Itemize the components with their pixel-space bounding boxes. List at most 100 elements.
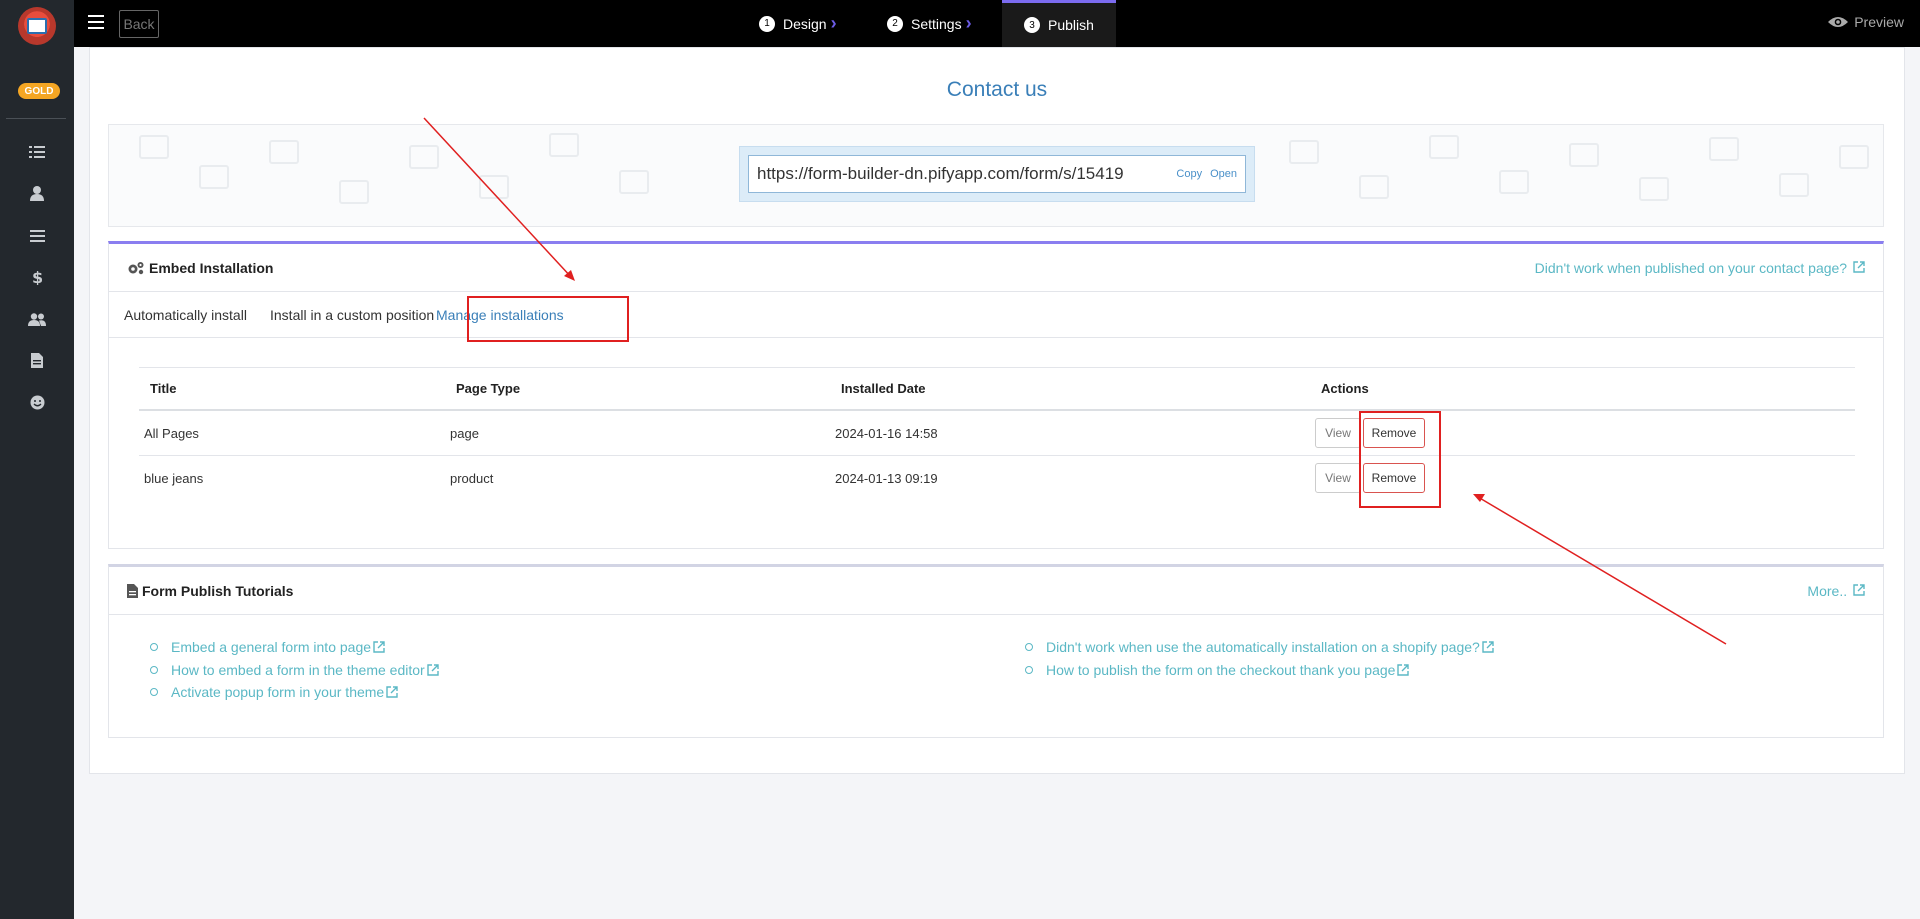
step-number: 1 <box>759 15 775 32</box>
step-publish[interactable]: 3 Publish <box>1002 0 1116 47</box>
background-pattern <box>1429 135 1459 159</box>
tutorial-link-text: How to embed a form in the theme editor <box>171 661 425 678</box>
panel-title: Embed Installation <box>127 260 273 276</box>
external-link-icon <box>1853 260 1865 273</box>
background-pattern <box>1289 140 1319 164</box>
svg-text:$: $ <box>32 269 42 285</box>
step-label: Settings <box>911 15 962 32</box>
sidebar-divider <box>6 118 66 119</box>
open-url-button[interactable]: Open <box>1210 168 1237 180</box>
row-installed-date: 2024-01-13 09:19 <box>835 471 938 486</box>
panel-header: Embed Installation Didn't work when publ… <box>109 244 1883 292</box>
panel-header: Form Publish Tutorials More.. <box>109 567 1883 615</box>
copy-url-button[interactable]: Copy <box>1176 168 1202 180</box>
column-page-type: Page Type <box>456 381 521 396</box>
background-pattern <box>199 165 229 189</box>
panel-title-text: Embed Installation <box>149 259 274 276</box>
tutorial-link[interactable]: Didn't work when use the automatically i… <box>1044 636 1494 659</box>
external-link-icon <box>1397 664 1410 676</box>
tutorial-link[interactable]: How to publish the form on the checkout … <box>1044 659 1494 682</box>
form-url-field[interactable]: https://form-builder-dn.pifyapp.com/form… <box>748 155 1246 193</box>
preview-button[interactable]: Preview <box>1828 14 1904 30</box>
form-publish-tutorials-panel: Form Publish Tutorials More.. Embed a ge… <box>108 564 1884 738</box>
tab-custom-position[interactable]: Install in a custom position <box>270 292 434 338</box>
background-pattern <box>269 140 299 164</box>
form-url-text[interactable]: https://form-builder-dn.pifyapp.com/form… <box>757 164 1176 184</box>
background-pattern <box>1639 177 1669 201</box>
dollar-icon[interactable]: $ <box>27 267 47 287</box>
step-number: 2 <box>887 15 903 32</box>
more-tutorials-link[interactable]: More.. <box>1807 583 1865 599</box>
row-installed-date: 2024-01-16 14:58 <box>835 425 938 441</box>
form-url-box: https://form-builder-dn.pifyapp.com/form… <box>739 146 1255 202</box>
tutorial-link-text: How to publish the form on the checkout … <box>1046 661 1396 678</box>
step-settings[interactable]: 2 Settings › <box>887 0 972 47</box>
background-pattern <box>1779 173 1809 197</box>
list-icon[interactable] <box>27 142 47 162</box>
tutorial-link[interactable]: Activate popup form in your theme <box>169 681 439 704</box>
tutorial-link-text: Embed a general form into page <box>171 639 372 656</box>
external-link-icon <box>1853 583 1865 596</box>
annotation-box <box>1359 411 1441 508</box>
embed-installation-panel: Embed Installation Didn't work when publ… <box>108 241 1884 549</box>
panel-title-text: Form Publish Tutorials <box>142 582 294 599</box>
publish-page: Contact us https://form-builder-dn.pifya… <box>89 47 1905 774</box>
top-navigation-bar: Back 1 Design › 2 Settings › 3 Publish P… <box>74 0 1920 47</box>
background-pattern <box>479 175 509 199</box>
document-icon[interactable] <box>27 350 47 370</box>
eye-icon <box>1828 17 1849 27</box>
column-actions: Actions <box>1321 381 1369 396</box>
background-pattern <box>1709 137 1739 161</box>
installations-table: Title Page Type Installed Date Actions A… <box>139 367 1855 501</box>
background-pattern <box>549 133 579 157</box>
background-pattern <box>1569 143 1599 167</box>
background-pattern <box>139 135 169 159</box>
chevron-right-icon: › <box>965 13 972 33</box>
plan-badge: GOLD <box>18 83 60 99</box>
tutorial-link-text: Didn't work when use the automatically i… <box>1046 639 1480 656</box>
external-link-icon <box>373 641 385 653</box>
row-page-type: product <box>450 471 494 486</box>
tutorial-list-right: Didn't work when use the automatically i… <box>1044 636 1494 681</box>
tutorial-link[interactable]: Embed a general form into page <box>169 636 439 659</box>
panel-title: Form Publish Tutorials <box>127 583 293 599</box>
row-title: All Pages <box>144 425 199 441</box>
table-row: blue jeans product 2024-01-13 09:19 View… <box>139 456 1855 501</box>
app-logo[interactable] <box>11 6 63 46</box>
view-button[interactable]: View <box>1315 418 1361 448</box>
form-url-section: https://form-builder-dn.pifyapp.com/form… <box>108 124 1884 227</box>
background-pattern <box>339 180 369 204</box>
row-title: blue jeans <box>144 471 204 486</box>
column-title: Title <box>150 381 177 396</box>
preview-label: Preview <box>1854 14 1904 30</box>
column-installed-date: Installed Date <box>841 381 926 396</box>
back-button[interactable]: Back <box>119 10 159 38</box>
background-pattern <box>619 170 649 194</box>
users-icon[interactable] <box>27 309 47 329</box>
background-pattern <box>1499 170 1529 194</box>
external-link-icon <box>1482 641 1494 653</box>
step-design[interactable]: 1 Design › <box>759 0 837 47</box>
menu-icon[interactable] <box>27 226 47 246</box>
help-contact-page-link[interactable]: Didn't work when published on your conta… <box>1535 260 1865 276</box>
tab-automatically-install[interactable]: Automatically install <box>124 292 247 338</box>
file-icon <box>127 583 138 598</box>
smile-icon[interactable] <box>27 392 47 412</box>
user-icon[interactable] <box>27 183 47 203</box>
more-link-text: More.. <box>1807 582 1848 599</box>
external-link-icon <box>426 664 439 676</box>
tutorial-link[interactable]: How to embed a form in the theme editor <box>169 659 439 682</box>
background-pattern <box>1839 145 1869 169</box>
step-label: Design <box>783 15 827 32</box>
background-pattern <box>1359 175 1389 199</box>
tutorial-link-text: Activate popup form in your theme <box>171 684 385 701</box>
help-link-text: Didn't work when published on your conta… <box>1534 259 1848 276</box>
hamburger-menu-icon[interactable] <box>88 15 104 29</box>
view-button[interactable]: View <box>1315 463 1361 493</box>
installation-tabs: Automatically install Install in a custo… <box>109 292 1883 338</box>
row-page-type: page <box>450 425 479 441</box>
form-title: Contact us <box>946 78 1048 101</box>
table-row: All Pages page 2024-01-16 14:58 View Rem… <box>139 411 1855 456</box>
chevron-right-icon: › <box>830 13 837 33</box>
external-link-icon <box>386 686 398 698</box>
